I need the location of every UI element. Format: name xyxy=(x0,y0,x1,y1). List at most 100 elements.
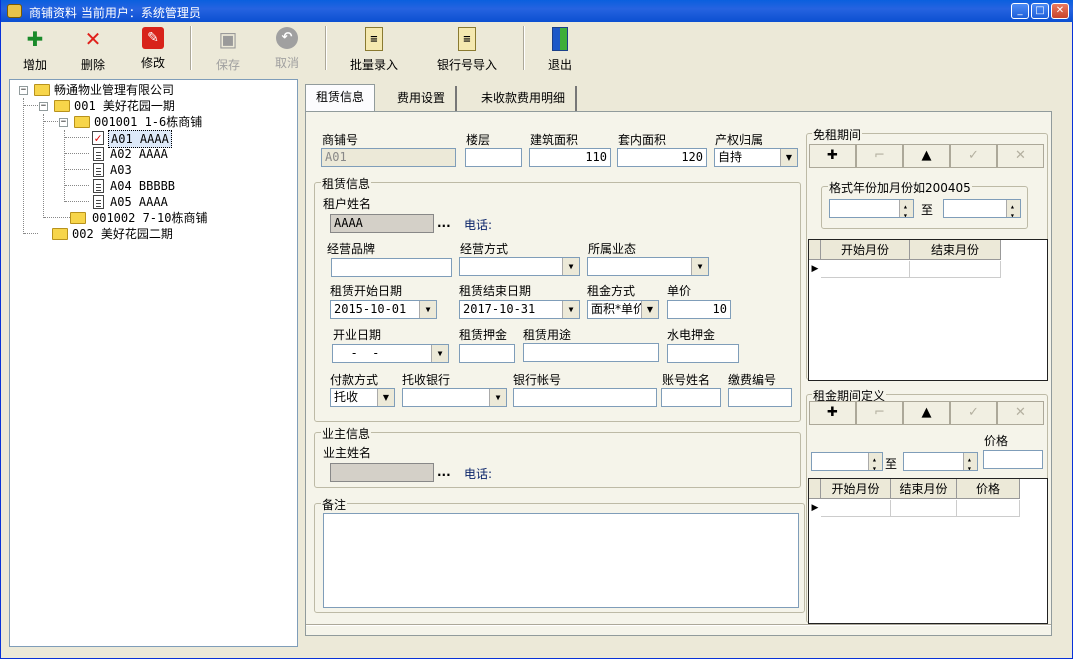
edit-button[interactable]: ✎ 修改 xyxy=(123,24,183,74)
utility-deposit-field[interactable] xyxy=(667,344,739,363)
payment-select[interactable]: 托收 ▼ xyxy=(330,388,395,407)
notes-textarea[interactable] xyxy=(323,513,799,608)
column-header-start[interactable]: 开始月份 xyxy=(821,479,891,499)
unit-price-field[interactable]: 10 xyxy=(667,300,731,319)
tree-node-a01[interactable]: ✓ A01 AAAA xyxy=(90,130,290,148)
close-button[interactable]: ✕ xyxy=(1051,3,1069,19)
grid-cell[interactable] xyxy=(910,261,1001,278)
exit-button[interactable]: 退出 xyxy=(530,24,590,74)
tab-unpaid-details[interactable]: 未收款费用明细 xyxy=(471,86,578,111)
rent-period-grid[interactable]: 开始月份 结束月份 价格 ▶ xyxy=(808,478,1048,624)
open-date-field[interactable]: - - ▼ xyxy=(332,344,449,363)
lease-end-date[interactable]: 2017-10-31 ▼ xyxy=(459,300,580,319)
chevron-down-icon[interactable]: ▼ xyxy=(641,301,658,318)
free-rent-end-spinner[interactable] xyxy=(943,199,1021,218)
tab-lease-info[interactable]: 租赁信息 xyxy=(305,84,376,111)
tree-node-a05[interactable]: A05 AAAA xyxy=(90,194,290,210)
save-disk-icon: ▣ xyxy=(218,27,238,51)
collapse-icon[interactable]: − xyxy=(19,86,28,95)
brand-field[interactable] xyxy=(331,258,452,277)
save-label: 保存 xyxy=(215,58,240,72)
column-header-end[interactable]: 结束月份 xyxy=(910,240,1001,260)
tab-fee-settings[interactable]: 费用设置 xyxy=(387,86,458,111)
inner-area-field[interactable]: 120 xyxy=(617,148,707,167)
building-area-field[interactable]: 110 xyxy=(529,148,611,167)
save-button[interactable]: ▣ 保存 xyxy=(198,24,258,74)
add-button[interactable]: ✚ 增加 xyxy=(5,24,65,74)
rent-price-field[interactable] xyxy=(983,450,1043,469)
chevron-down-icon[interactable]: ▼ xyxy=(489,389,506,406)
grid-cell[interactable] xyxy=(821,261,910,278)
shop-no-field[interactable]: A01 xyxy=(321,148,456,167)
nav-delete-button[interactable]: ✕ xyxy=(997,401,1044,425)
tree-node-001002[interactable]: 001002 7-10栋商铺 xyxy=(70,210,290,226)
rent-method-select[interactable]: 面积*单价 ▼ xyxy=(587,300,659,319)
grid-cell[interactable] xyxy=(821,500,891,517)
column-header-price[interactable]: 价格 xyxy=(957,479,1020,499)
usage-field[interactable] xyxy=(523,343,659,362)
toolbar-separator xyxy=(523,26,525,70)
tree-line xyxy=(23,98,24,234)
tree-node-001[interactable]: − 001 美好花园一期 xyxy=(34,98,294,114)
tree-node-001001[interactable]: − 001001 1-6栋商铺 xyxy=(54,114,294,130)
chevron-down-icon[interactable]: ▼ xyxy=(562,301,579,318)
nav-edit-button[interactable]: ✓ xyxy=(950,401,997,425)
grid-cell[interactable] xyxy=(891,500,957,517)
nav-add-button[interactable]: ✚ xyxy=(809,401,856,425)
nav-up-button[interactable]: ▲ xyxy=(903,401,950,425)
collapse-icon[interactable]: − xyxy=(39,102,48,111)
account-name-field[interactable] xyxy=(661,388,721,407)
column-header-start[interactable]: 开始月份 xyxy=(821,240,910,260)
spinner-arrows-icon[interactable] xyxy=(868,453,882,470)
pay-code-field[interactable] xyxy=(728,388,792,407)
account-field[interactable] xyxy=(513,388,657,407)
nav-delete-button[interactable]: ✕ xyxy=(997,144,1044,168)
floor-field[interactable] xyxy=(465,148,522,167)
tenant-phone-label: 电话: xyxy=(464,218,493,232)
tree-node-root[interactable]: − 畅通物业管理有限公司 xyxy=(14,82,294,98)
shop-tree[interactable]: − 畅通物业管理有限公司 − 001 美好花园一期 − 001001 1-6栋商… xyxy=(9,79,298,647)
spinner-arrows-icon[interactable] xyxy=(899,200,913,217)
chevron-down-icon[interactable]: ▼ xyxy=(691,258,708,275)
rent-period-end-spinner[interactable] xyxy=(903,452,978,471)
rent-period-start-spinner[interactable] xyxy=(811,452,883,471)
tenant-name-field[interactable]: AAAA xyxy=(330,214,434,233)
cancel-button[interactable]: ↶ 取消 xyxy=(257,24,317,74)
chevron-down-icon[interactable]: ▼ xyxy=(780,149,797,166)
bank-select[interactable]: ▼ xyxy=(402,388,507,407)
tree-node-a03[interactable]: A03 xyxy=(90,162,290,178)
batch-entry-button[interactable]: ≡ 批量录入 xyxy=(344,24,404,74)
free-rent-grid[interactable]: 开始月份 结束月份 ▶ xyxy=(808,239,1048,381)
minimize-button[interactable]: _ xyxy=(1011,3,1029,19)
tree-node-a04[interactable]: A04 BBBBB xyxy=(90,178,290,194)
nav-up-button[interactable]: ▲ xyxy=(903,144,950,168)
grid-cell[interactable] xyxy=(957,500,1020,517)
tree-node-a02[interactable]: A02 AAAA xyxy=(90,146,290,162)
owner-picker-button[interactable]: ... xyxy=(437,465,451,479)
tree-node-002[interactable]: 002 美好花园二期 xyxy=(38,226,288,242)
nav-first-button[interactable]: ⌐ xyxy=(856,144,903,168)
spinner-arrows-icon[interactable] xyxy=(1006,200,1020,217)
chevron-down-icon[interactable]: ▼ xyxy=(431,345,448,362)
ownership-select[interactable]: 自持 ▼ xyxy=(714,148,798,167)
business-type-select[interactable]: ▼ xyxy=(587,257,709,276)
tenant-picker-button[interactable]: ... xyxy=(437,216,451,230)
operation-mode-select[interactable]: ▼ xyxy=(459,257,580,276)
chevron-down-icon[interactable]: ▼ xyxy=(419,301,436,318)
maximize-button[interactable]: □ xyxy=(1031,3,1049,19)
lease-start-date[interactable]: 2015-10-01 ▼ xyxy=(330,300,437,319)
deposit-field[interactable] xyxy=(459,344,515,363)
nav-first-button[interactable]: ⌐ xyxy=(856,401,903,425)
spinner-arrows-icon[interactable] xyxy=(963,453,977,470)
nav-add-button[interactable]: ✚ xyxy=(809,144,856,168)
delete-button[interactable]: ✕ 删除 xyxy=(63,24,123,74)
collapse-icon[interactable]: − xyxy=(59,118,68,127)
owner-name-field[interactable] xyxy=(330,463,434,482)
payment-value: 托收 xyxy=(334,390,359,404)
chevron-down-icon[interactable]: ▼ xyxy=(562,258,579,275)
nav-edit-button[interactable]: ✓ xyxy=(950,144,997,168)
column-header-end[interactable]: 结束月份 xyxy=(891,479,957,499)
bank-import-button[interactable]: ≡ 银行号导入 xyxy=(437,24,497,74)
chevron-down-icon[interactable]: ▼ xyxy=(377,389,394,406)
free-rent-start-spinner[interactable] xyxy=(829,199,914,218)
